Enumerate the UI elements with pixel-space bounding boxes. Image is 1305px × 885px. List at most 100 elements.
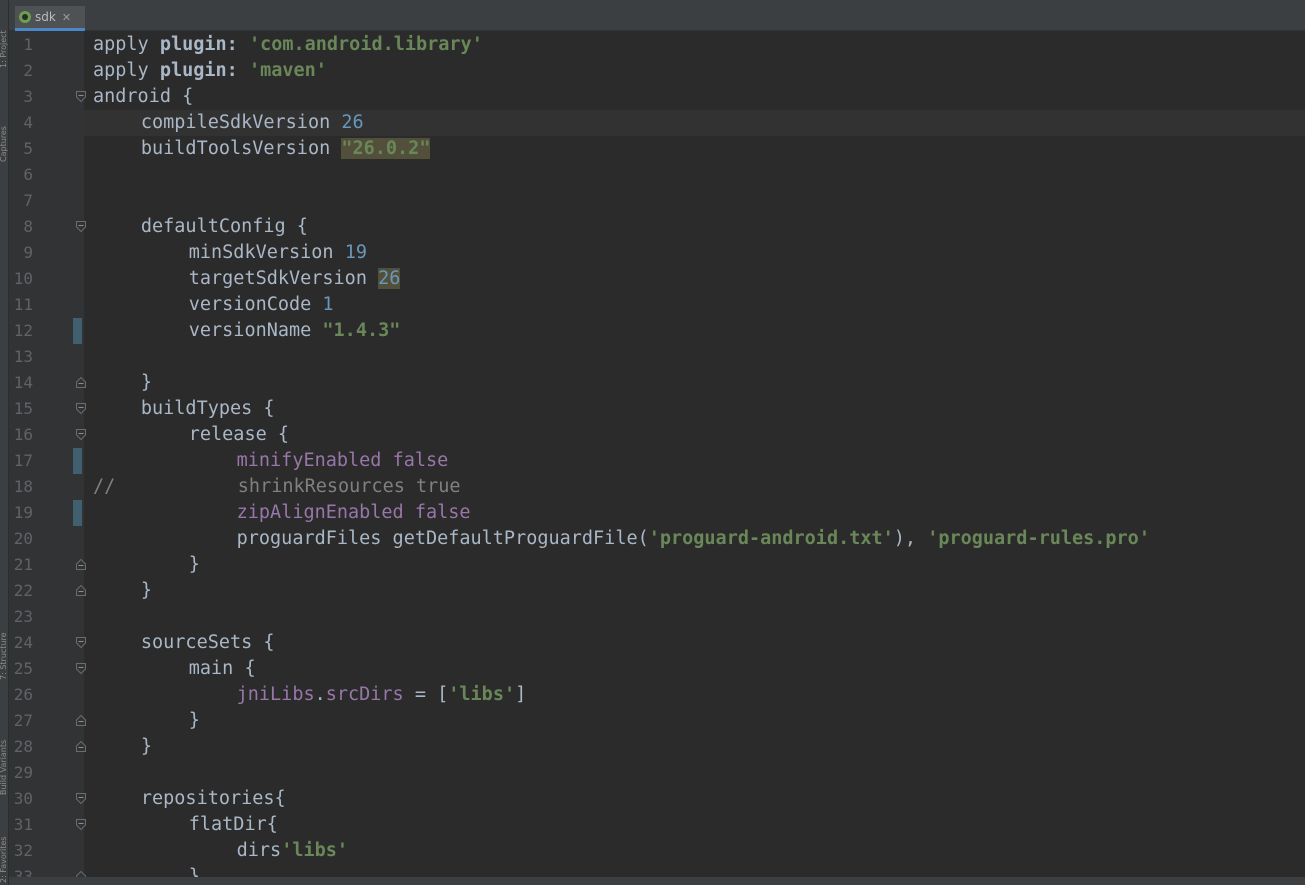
fold-expanded-icon[interactable] — [76, 429, 86, 440]
code-line[interactable]: 19 zipAlignEnabled false — [9, 500, 1305, 526]
code-line[interactable]: 22} — [9, 578, 1305, 604]
line-code: android { — [93, 84, 193, 110]
line-code: sourceSets { — [141, 630, 275, 656]
fold-end-icon[interactable] — [76, 715, 86, 726]
code-token: zipAlignEnabled — [236, 502, 415, 523]
code-line[interactable]: 28} — [9, 734, 1305, 760]
code-line[interactable]: 32 dirs'libs' — [9, 838, 1305, 864]
line-code: } — [189, 708, 200, 734]
line-code: // shrinkResources true — [93, 474, 461, 500]
line-code: } — [141, 370, 152, 396]
code-token: repositories{ — [140, 788, 286, 809]
tool-window-project[interactable]: 1: Project — [0, 8, 8, 68]
code-token: } — [140, 580, 153, 601]
code-line[interactable]: 14} — [9, 370, 1305, 396]
vcs-change-marker[interactable] — [73, 500, 82, 526]
line-code: repositories{ — [141, 786, 286, 812]
editor-tab-sdk[interactable]: sdk ✕ — [15, 6, 85, 31]
code-line[interactable]: 21} — [9, 552, 1305, 578]
code-line[interactable]: 11 versionCode 1 — [9, 292, 1305, 318]
code-line[interactable]: 4 compileSdkVersion 26 — [9, 110, 1305, 136]
code-token: "26.0.2" — [341, 138, 431, 159]
fold-expanded-icon[interactable] — [76, 637, 86, 648]
code-line[interactable]: 13 — [9, 344, 1305, 370]
line-number: 20 — [13, 529, 33, 548]
code-token: 'proguard-android.txt' — [648, 528, 894, 549]
code-line[interactable]: 12 versionName "1.4.3" — [9, 318, 1305, 344]
code-editor[interactable]: 1 apply plugin: 'com.android.library' 2 app… — [9, 31, 1305, 877]
line-number: 25 — [13, 659, 33, 678]
line-number: 11 — [13, 295, 33, 314]
tool-window-structure[interactable]: 7: Structure — [0, 600, 8, 680]
line-code: } — [141, 578, 152, 604]
code-token: shrinkResources true — [115, 476, 461, 497]
tool-window-captures[interactable]: Captures — [0, 92, 8, 162]
line-code: zipAlignEnabled false — [237, 500, 471, 526]
fold-expanded-icon[interactable] — [76, 221, 86, 232]
code-line[interactable]: 2 apply plugin: 'maven' — [9, 58, 1305, 84]
code-line[interactable]: 3 android { — [9, 84, 1305, 110]
code-token: buildTypes { — [140, 398, 275, 419]
fold-end-icon[interactable] — [76, 377, 86, 388]
close-icon[interactable]: ✕ — [62, 11, 71, 24]
code-token: flatDir{ — [188, 814, 278, 835]
code-token: sourceSets { — [140, 632, 275, 653]
line-number: 19 — [13, 503, 33, 522]
line-code: main { — [189, 656, 256, 682]
fold-expanded-icon[interactable] — [76, 403, 86, 414]
line-number: 26 — [13, 685, 33, 704]
code-line[interactable]: 17 minifyEnabled false — [9, 448, 1305, 474]
code-line[interactable]: 7 — [9, 188, 1305, 214]
code-line[interactable]: 27} — [9, 708, 1305, 734]
fold-end-icon[interactable] — [76, 741, 86, 752]
code-line[interactable]: 23 — [9, 604, 1305, 630]
code-line[interactable]: 15 buildTypes { — [9, 396, 1305, 422]
line-number: 13 — [13, 347, 33, 366]
code-line[interactable]: 24 sourceSets { — [9, 630, 1305, 656]
code-line[interactable]: 30 repositories{ — [9, 786, 1305, 812]
code-line[interactable]: 25 main { — [9, 656, 1305, 682]
tool-window-build-variants[interactable]: Build Variants — [0, 695, 8, 795]
vcs-change-marker[interactable] — [73, 318, 82, 344]
tool-window-favorites[interactable]: 2: Favorites — [0, 808, 8, 883]
fold-expanded-icon[interactable] — [76, 91, 86, 102]
fold-expanded-icon[interactable] — [76, 819, 86, 830]
code-token: } — [188, 866, 200, 877]
code-line[interactable]: 8 defaultConfig { — [9, 214, 1305, 240]
code-line[interactable]: 29 — [9, 760, 1305, 786]
code-line[interactable]: 31 flatDir{ — [9, 812, 1305, 838]
code-line[interactable]: 26 jniLibs.srcDirs = ['libs'] — [9, 682, 1305, 708]
code-line[interactable]: 18 // shrinkResources true — [9, 474, 1305, 500]
code-line[interactable]: 10 targetSdkVersion 26 — [9, 266, 1305, 292]
line-number: 23 — [13, 607, 33, 626]
code-token: } — [188, 554, 200, 575]
line-code: targetSdkVersion 26 — [189, 266, 401, 292]
code-line[interactable]: 6 — [9, 162, 1305, 188]
code-line[interactable]: 20 proguardFiles getDefaultProguardFile('… — [9, 526, 1305, 552]
ide-window: 1: Project Captures 7: Structure Build V… — [0, 0, 1305, 885]
code-token: apply — [93, 34, 160, 55]
code-token: srcDirs — [325, 684, 404, 705]
code-token: main { — [188, 658, 256, 679]
code-line[interactable]: 1 apply plugin: 'com.android.library' — [9, 32, 1305, 58]
code-token: 26 — [378, 268, 401, 289]
code-line[interactable]: 16 release { — [9, 422, 1305, 448]
code-token: minSdkVersion — [188, 242, 345, 263]
line-code: compileSdkVersion 26 — [141, 110, 364, 136]
status-bar — [9, 877, 1305, 885]
code-token: android { — [93, 86, 194, 107]
code-token: release { — [188, 424, 289, 445]
fold-end-icon[interactable] — [76, 559, 86, 570]
fold-end-icon[interactable] — [76, 585, 86, 596]
code-line[interactable]: 5 buildToolsVersion "26.0.2" — [9, 136, 1305, 162]
fold-expanded-icon[interactable] — [76, 663, 86, 674]
code-line[interactable]: 9 minSdkVersion 19 — [9, 240, 1305, 266]
code-line[interactable]: 33} — [9, 864, 1305, 877]
code-token: proguardFiles getDefaultProguardFile( — [236, 528, 649, 549]
line-code: } — [189, 552, 200, 578]
line-number: 4 — [23, 113, 33, 132]
code-token: = [ — [403, 684, 449, 705]
fold-expanded-icon[interactable] — [76, 793, 86, 804]
tab-label: sdk — [35, 10, 56, 24]
vcs-change-marker[interactable] — [73, 448, 82, 474]
